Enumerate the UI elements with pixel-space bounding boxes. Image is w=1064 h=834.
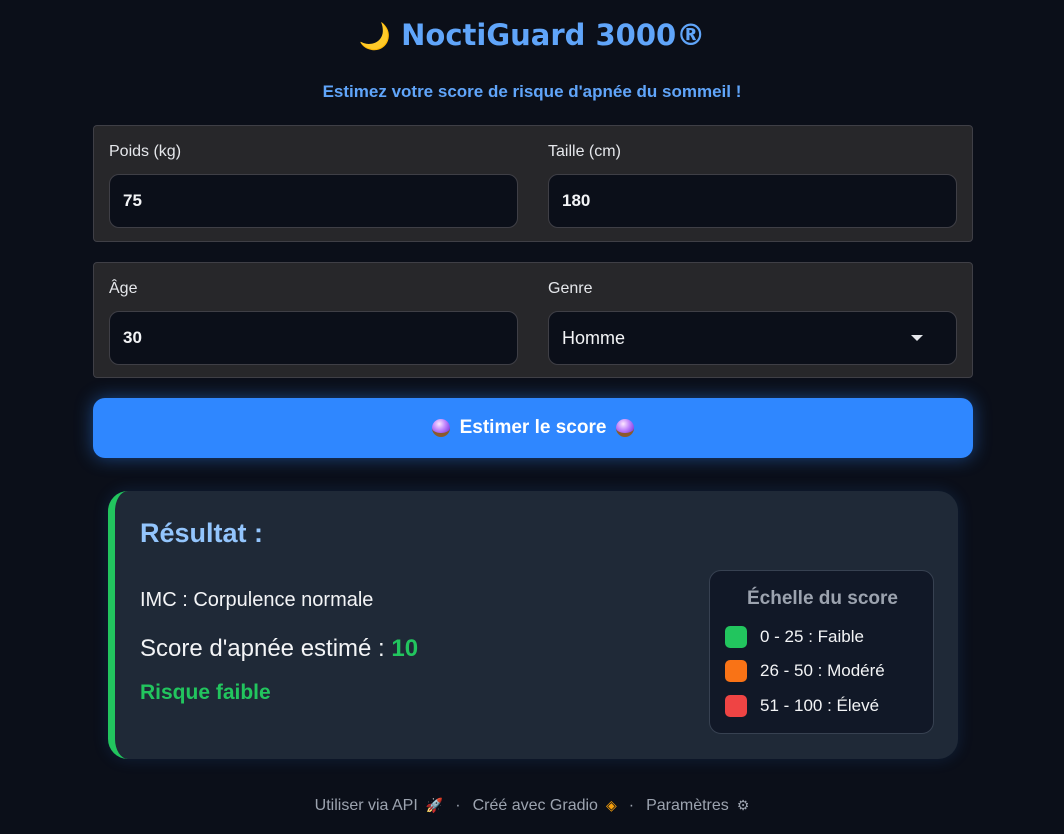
footer: Utiliser via API 🚀 · Créé avec Gradio ◈ · … [0, 797, 1064, 815]
scale-item-label: 51 - 100 : Élevé [760, 696, 880, 715]
app-subtitle: Estimez votre score de risque d'apnée du… [322, 82, 742, 101]
height-label: Taille (cm) [548, 143, 621, 160]
scale-swatch [725, 695, 747, 717]
result-panel: Résultat : IMC : Corpulence normale Scor… [108, 491, 958, 759]
weight-input[interactable]: 75 [109, 174, 518, 228]
crystal-ball-icon [616, 419, 635, 437]
form-group-body: Poids (kg) 75 Taille (cm) 180 [93, 125, 973, 242]
scale-item-low: 0 - 25 : Faible [725, 626, 864, 648]
scale-item-moderate: 26 - 50 : Modéré [725, 660, 885, 682]
crystal-ball-icon [431, 419, 450, 437]
form-group-profile: Âge 30 Genre Homme [93, 262, 973, 378]
age-input[interactable]: 30 [109, 311, 518, 365]
gradio-logo-icon: ◈ [605, 797, 617, 813]
footer-separator: · [628, 797, 635, 814]
app-title: 🌙 NoctiGuard 3000® [0, 18, 1064, 52]
settings-link[interactable]: Paramètres ⚙ [646, 797, 749, 815]
risk-level: Risque faible [140, 681, 271, 704]
scale-title: Échelle du score [746, 588, 898, 609]
weight-label: Poids (kg) [109, 143, 182, 160]
score-value: 10 [391, 635, 419, 662]
gender-select[interactable]: Homme [548, 311, 957, 365]
score-scale-legend: Échelle du score 0 - 25 : Faible 26 - 50… [709, 570, 934, 734]
gear-icon: ⚙ [736, 797, 750, 813]
scale-item-label: 26 - 50 : Modéré [760, 661, 885, 680]
estimate-score-label: Estimer le score [459, 417, 607, 438]
rocket-icon: 🚀 [425, 797, 444, 813]
age-label: Âge [109, 280, 138, 297]
api-link[interactable]: Utiliser via API 🚀 [315, 797, 444, 815]
imc-text: IMC : Corpulence normale [140, 589, 374, 611]
app-title-text: NoctiGuard 3000® [401, 18, 706, 52]
score-label: Score d'apnée estimé : [140, 635, 385, 662]
scale-swatch [725, 660, 747, 682]
estimate-score-button[interactable]: Estimer le score [93, 398, 973, 458]
scale-item-label: 0 - 25 : Faible [760, 627, 864, 646]
chevron-down-icon[interactable] [911, 335, 923, 341]
footer-separator: · [455, 797, 461, 814]
score-line: Score d'apnée estimé : 10 [140, 635, 418, 663]
scale-swatch [725, 626, 747, 648]
result-title: Résultat : [140, 518, 264, 548]
height-input[interactable]: 180 [548, 174, 957, 228]
scale-item-high: 51 - 100 : Élevé [725, 695, 879, 717]
gender-selected-value: Homme [562, 327, 626, 348]
moon-icon: 🌙 [358, 22, 392, 52]
gender-label: Genre [548, 280, 593, 297]
app-page: 🌙 NoctiGuard 3000® Estimez votre score de… [0, 0, 1064, 834]
gradio-link[interactable]: Créé avec Gradio ◈ [473, 797, 617, 815]
